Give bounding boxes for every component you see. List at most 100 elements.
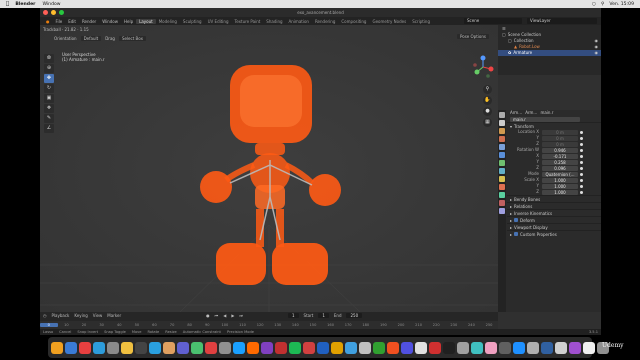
keyframe-dot-icon[interactable]: [580, 178, 583, 182]
view-layer-selector[interactable]: ViewLayer: [527, 18, 597, 24]
dock-app-icon[interactable]: [345, 341, 357, 354]
properties-tab-icon[interactable]: [499, 152, 505, 158]
dock-app-icon[interactable]: [163, 341, 175, 354]
keyframe-dot-icon[interactable]: [580, 160, 583, 164]
dock-app-icon[interactable]: [219, 341, 231, 354]
wifi-icon[interactable]: ○: [592, 2, 596, 7]
bone-name-field[interactable]: main.r: [510, 116, 580, 122]
cursor-tool[interactable]: ⊕: [44, 64, 54, 73]
robot-right-hand[interactable]: [309, 174, 341, 206]
keyframe-dot-icon[interactable]: [580, 190, 583, 194]
dock-app-icon[interactable]: [107, 341, 119, 354]
dock-app-icon[interactable]: [457, 341, 469, 354]
search-icon[interactable]: ⚲: [601, 2, 604, 7]
panel-header[interactable]: ▸ Deform: [507, 216, 601, 223]
marker-menu[interactable]: Marker: [107, 313, 121, 318]
panel-header[interactable]: ▸ Viewport Display: [507, 223, 601, 230]
field-value[interactable]: 0 m: [542, 129, 578, 135]
panel-header[interactable]: ▸ Custom Properties: [507, 230, 601, 237]
timeline-ruler[interactable]: 0 10 20 30 40 50 60 70 80 90 100 110 120 130 140 150 160…: [40, 321, 498, 329]
field-value[interactable]: -0.171: [542, 153, 578, 159]
panel-checkbox[interactable]: [514, 218, 519, 222]
outliner-row[interactable]: ✿ Armature ◉: [498, 50, 601, 56]
properties-tab-icon[interactable]: [499, 128, 505, 134]
dock-app-icon[interactable]: [555, 341, 567, 354]
keyframe-dot-icon[interactable]: [580, 166, 583, 170]
y-axis-icon[interactable]: [474, 69, 480, 75]
properties-tab-icon[interactable]: [499, 144, 505, 150]
window-menu[interactable]: Window: [42, 2, 60, 7]
rotate-tool[interactable]: ↻: [44, 84, 54, 93]
scene-selector[interactable]: Scene: [464, 18, 522, 24]
tab-rendering[interactable]: Rendering: [312, 19, 338, 24]
properties-tab-icon[interactable]: [499, 168, 505, 174]
outliner-filter-icon[interactable]: ☰: [502, 26, 506, 32]
panel-header[interactable]: ▸ Inverse Kinematics: [507, 209, 601, 216]
dock-app-icon[interactable]: [65, 341, 77, 354]
pose-options-button[interactable]: Pose Options: [457, 34, 489, 39]
robot-left-foot[interactable]: [216, 243, 266, 285]
apple-icon[interactable]: : [6, 1, 9, 7]
dock-app-icon[interactable]: [485, 341, 497, 354]
dock-app-icon[interactable]: [289, 341, 301, 354]
panel-header[interactable]: ▸ Relations: [507, 202, 601, 209]
tab-compositing[interactable]: Compositing: [338, 19, 369, 24]
panel-checkbox[interactable]: [514, 232, 519, 236]
start-frame-field[interactable]: 1: [318, 313, 329, 318]
keyframe-dot-icon[interactable]: [580, 142, 583, 146]
robot-right-foot[interactable]: [272, 243, 328, 285]
record-icon[interactable]: ●: [206, 313, 210, 318]
keyframe-dot-icon[interactable]: [580, 184, 583, 188]
properties-tab-icon[interactable]: [499, 112, 505, 118]
dock-app-icon[interactable]: [317, 341, 329, 354]
dock-app-icon[interactable]: [401, 341, 413, 354]
tab-sculpting[interactable]: Sculpting: [180, 19, 205, 24]
dock-app-icon[interactable]: [569, 341, 581, 354]
dock-app-icon[interactable]: [429, 341, 441, 354]
character-model[interactable]: [40, 25, 498, 312]
menu-edit[interactable]: Edit: [65, 19, 79, 24]
properties-tab-icon[interactable]: [499, 160, 505, 166]
dock-app-icon[interactable]: [93, 341, 105, 354]
dock-app-icon[interactable]: [247, 341, 259, 354]
tab-scripting[interactable]: Scripting: [409, 19, 433, 24]
breadcrumb-item[interactable]: Arm…: [510, 110, 522, 116]
dock-app-icon[interactable]: [177, 341, 189, 354]
dock-app-icon[interactable]: [135, 341, 147, 354]
properties-tab-icon[interactable]: [499, 120, 505, 126]
dock-app-icon[interactable]: [527, 341, 539, 354]
visibility-icon[interactable]: ◉: [595, 50, 599, 56]
jump-start-icon[interactable]: ⏮: [215, 313, 219, 318]
dock-app-icon[interactable]: [387, 341, 399, 354]
dock-app-icon[interactable]: [149, 341, 161, 354]
dock-app-icon[interactable]: [303, 341, 315, 354]
dock-app-icon[interactable]: [499, 341, 511, 354]
field-value[interactable]: 1.000: [542, 189, 578, 195]
play-icon[interactable]: ▶: [231, 313, 234, 318]
blender-logo-icon[interactable]: ●: [43, 19, 53, 24]
tab-geometry-nodes[interactable]: Geometry Nodes: [369, 19, 409, 24]
dock-app-icon[interactable]: [51, 341, 63, 354]
transform-panel-header[interactable]: ▾ Transform: [507, 122, 601, 129]
tab-shading[interactable]: Shading: [263, 19, 285, 24]
z-axis-icon[interactable]: [480, 55, 486, 61]
menu-file[interactable]: File: [53, 19, 66, 24]
menu-render[interactable]: Render: [79, 19, 99, 24]
dock-app-icon[interactable]: [79, 341, 91, 354]
grid-icon[interactable]: ▦: [483, 118, 492, 127]
dock-app-icon[interactable]: [541, 341, 553, 354]
properties-tab-icon[interactable]: [499, 192, 505, 198]
dock-app-icon[interactable]: [513, 341, 525, 354]
dock-app-icon[interactable]: [205, 341, 217, 354]
tab-animation[interactable]: Animation: [286, 19, 312, 24]
view-menu[interactable]: View: [93, 313, 103, 318]
3d-viewport[interactable]: Trackball · 21.82 · 1.15 Orientation Def…: [40, 25, 498, 312]
dock-app-icon[interactable]: [359, 341, 371, 354]
keying-menu[interactable]: Keying: [74, 313, 87, 318]
field-value[interactable]: 0 m: [542, 135, 578, 141]
tab-modeling[interactable]: Modeling: [156, 19, 180, 24]
transform-tool[interactable]: ❖: [44, 104, 54, 113]
dock-app-icon[interactable]: [415, 341, 427, 354]
dock-app-icon[interactable]: [191, 341, 203, 354]
annotate-tool[interactable]: ✎: [44, 114, 54, 123]
